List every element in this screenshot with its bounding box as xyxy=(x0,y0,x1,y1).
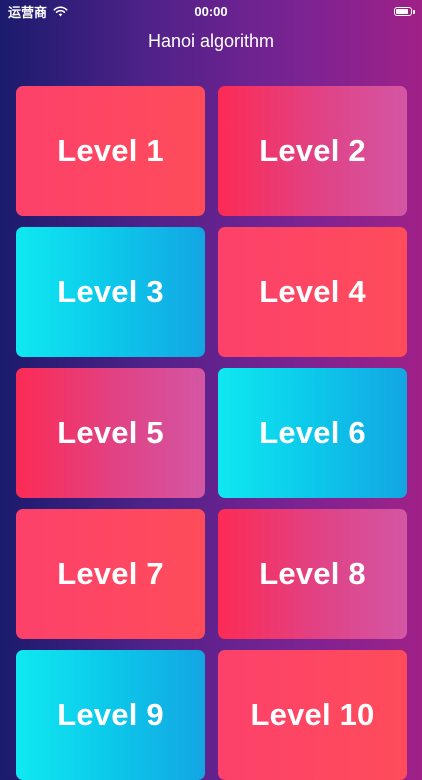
wifi-icon xyxy=(53,5,68,17)
level-10-button[interactable]: Level 10 xyxy=(218,650,407,780)
level-7-button[interactable]: Level 7 xyxy=(16,509,205,639)
level-6-label: Level 6 xyxy=(259,415,366,450)
level-8-label: Level 8 xyxy=(259,556,366,591)
level-grid: Level 1 Level 2 Level 3 Level 4 Level 5 … xyxy=(16,86,407,780)
status-time: 00:00 xyxy=(194,3,228,19)
level-8-button[interactable]: Level 8 xyxy=(218,509,407,639)
level-4-button[interactable]: Level 4 xyxy=(218,227,407,357)
level-10-label: Level 10 xyxy=(250,697,375,732)
level-7-label: Level 7 xyxy=(57,556,164,591)
battery-icon xyxy=(394,6,415,16)
level-6-button[interactable]: Level 6 xyxy=(218,368,407,498)
status-left: 运营商 xyxy=(0,2,68,21)
battery-fill xyxy=(396,8,408,14)
level-5-button[interactable]: Level 5 xyxy=(16,368,205,498)
level-2-label: Level 2 xyxy=(259,133,366,168)
level-3-label: Level 3 xyxy=(57,274,164,309)
status-right xyxy=(394,6,422,16)
level-9-button[interactable]: Level 9 xyxy=(16,650,205,780)
level-3-button[interactable]: Level 3 xyxy=(16,227,205,357)
level-4-label: Level 4 xyxy=(259,274,366,309)
status-bar: 运营商 00:00 xyxy=(0,0,422,22)
level-1-button[interactable]: Level 1 xyxy=(16,86,205,216)
carrier-label: 运营商 xyxy=(8,4,48,20)
level-9-label: Level 9 xyxy=(57,697,164,732)
page-title: Hanoi algorithm xyxy=(147,31,275,51)
level-1-label: Level 1 xyxy=(57,133,164,168)
level-5-label: Level 5 xyxy=(57,415,164,450)
level-2-button[interactable]: Level 2 xyxy=(218,86,407,216)
